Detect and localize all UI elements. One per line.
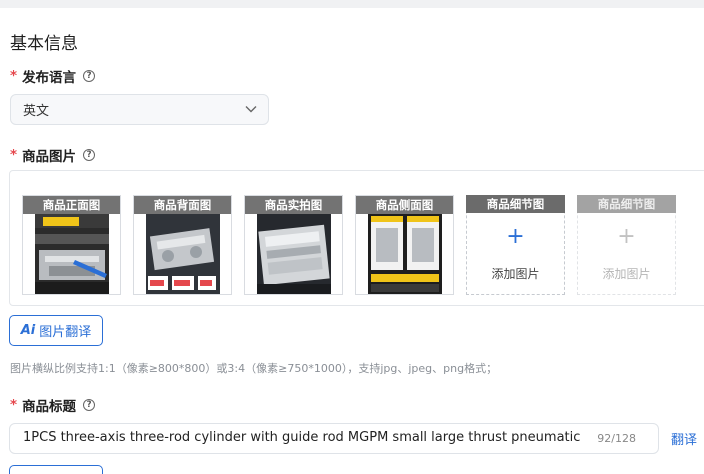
- plus-icon: +: [617, 224, 636, 249]
- ai-icon: Ai: [20, 323, 36, 338]
- plus-icon: +: [506, 224, 525, 249]
- product-image-back[interactable]: 商品背面图: [133, 195, 232, 295]
- title-label-text: 商品标题: [22, 399, 77, 415]
- top-bar: [0, 0, 704, 8]
- product-photo-real: [257, 214, 331, 294]
- product-photo-front: [35, 214, 109, 294]
- product-photo-side: [368, 214, 442, 294]
- bottom-button[interactable]: [9, 465, 103, 474]
- title-label: * 商品标题 ?: [10, 395, 96, 415]
- image-caption: 商品正面图: [23, 196, 120, 214]
- required-mark: *: [10, 68, 18, 84]
- add-detail-image-button[interactable]: 商品细节图 + 添加图片: [466, 195, 565, 295]
- product-image-real[interactable]: 商品实拍图: [244, 195, 343, 295]
- add-image-label: 添加图片: [602, 267, 651, 281]
- section-title: 基本信息: [10, 34, 78, 54]
- image-caption: 商品细节图: [466, 195, 565, 213]
- product-title-value: 1PCS three-axis three-rod cylinder with …: [23, 430, 581, 445]
- product-title-input[interactable]: 1PCS three-axis three-rod cylinder with …: [9, 423, 659, 454]
- title-translate-link[interactable]: 翻译: [671, 429, 697, 448]
- add-image-label: 添加图片: [491, 267, 540, 281]
- image-caption: 商品侧面图: [356, 196, 453, 214]
- product-image-side[interactable]: 商品侧面图: [355, 195, 454, 295]
- image-caption: 商品背面图: [134, 196, 231, 214]
- product-photo-back: [146, 214, 220, 294]
- image-translate-button[interactable]: Ai 图片翻译: [9, 315, 103, 346]
- product-image-front[interactable]: 商品正面图: [22, 195, 121, 295]
- chevron-down-icon: [245, 106, 257, 113]
- image-caption: 商品细节图: [577, 195, 676, 213]
- images-label-text: 商品图片: [22, 149, 77, 165]
- language-label: * 发布语言 ?: [10, 66, 96, 86]
- add-detail-image-button-disabled: 商品细节图 + 添加图片: [577, 195, 676, 295]
- char-count: 92/128: [597, 432, 636, 445]
- images-label: * 商品图片 ?: [10, 145, 96, 165]
- required-mark: *: [10, 147, 18, 163]
- language-select-value: 英文: [23, 104, 50, 119]
- help-icon[interactable]: ?: [83, 70, 96, 82]
- language-select[interactable]: 英文: [10, 94, 269, 125]
- help-icon[interactable]: ?: [83, 399, 96, 411]
- image-format-hint: 图片横纵比例支持1:1（像素≥800*800）或3:4（像素≥750*1000）…: [10, 362, 498, 375]
- required-mark: *: [10, 397, 18, 413]
- help-icon[interactable]: ?: [83, 149, 96, 161]
- language-label-text: 发布语言: [22, 70, 77, 86]
- image-caption: 商品实拍图: [245, 196, 342, 214]
- image-translate-label: 图片翻译: [39, 325, 92, 340]
